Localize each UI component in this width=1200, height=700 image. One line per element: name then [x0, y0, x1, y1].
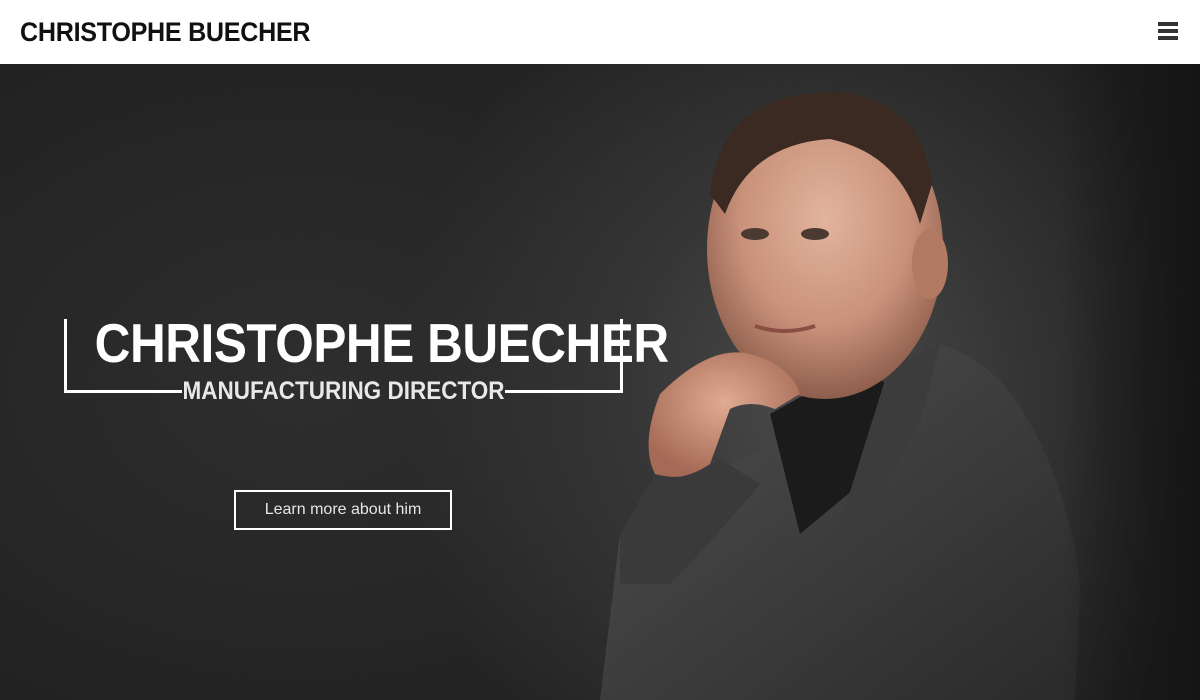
menu-bar — [1158, 36, 1178, 40]
hero-title-frame: CHRISTOPHE BUECHER MANUFACTURING DIRECTO… — [64, 312, 669, 405]
menu-bar — [1158, 22, 1178, 26]
hero-vignette — [1060, 64, 1200, 700]
hero-section: CHRISTOPHE BUECHER MANUFACTURING DIRECTO… — [0, 64, 1200, 700]
eye-right — [801, 228, 829, 240]
site-brand[interactable]: CHRISTOPHE BUECHER — [20, 17, 311, 48]
learn-more-button[interactable]: Learn more about him — [234, 490, 452, 530]
hero-role: MANUFACTURING DIRECTOR — [182, 377, 505, 405]
menu-bar — [1158, 29, 1178, 33]
eye-left — [741, 228, 769, 240]
hero-name: CHRISTOPHE BUECHER — [94, 312, 670, 374]
top-navbar: CHRISTOPHE BUECHER — [0, 0, 1200, 64]
hamburger-menu-icon[interactable] — [1158, 22, 1178, 42]
portrait-photo — [600, 92, 1080, 700]
ear — [912, 229, 948, 299]
